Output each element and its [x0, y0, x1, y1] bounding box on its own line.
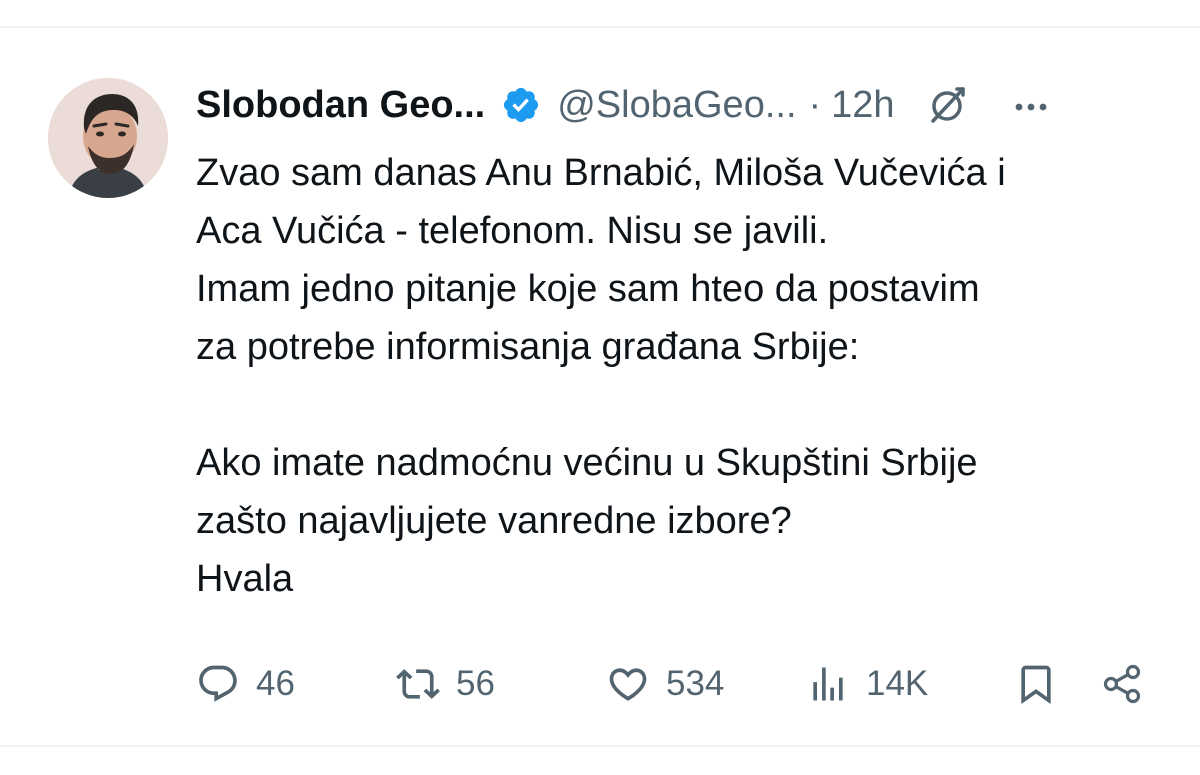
bookmark-icon — [1021, 665, 1051, 705]
views-count: 14K — [866, 664, 929, 703]
action-bar: 46 56 534 14K — [196, 658, 1156, 710]
tweet-text-line: Zvao sam danas Anu Brnabić, Miloša Vučev… — [196, 152, 1006, 194]
views-icon — [813, 667, 843, 701]
tweet-text-line: za potrebe informisanja građana Srbije: — [196, 326, 860, 368]
handle[interactable]: @SlobaGeo... — [557, 84, 796, 127]
more-icon[interactable] — [1009, 83, 1053, 127]
views-button[interactable]: 14K — [806, 658, 928, 710]
repost-count: 56 — [456, 664, 495, 703]
bottom-divider — [0, 745, 1200, 747]
tweet[interactable]: Slobodan Geo... @SlobaGeo... · 12h Zvao … — [0, 28, 1200, 745]
tweet-text: Zvao sam danas Anu Brnabić, Miloša Vučev… — [196, 144, 1156, 608]
bookmark-button[interactable] — [1014, 658, 1058, 710]
grok-icon[interactable] — [925, 83, 969, 127]
tweet-text-blank-line — [196, 376, 1156, 434]
tweet-text-line: Aca Vučića - telefonom. Nisu se javili. — [196, 210, 829, 252]
tweet-text-line: Ako imate nadmoćnu većinu u Skupštini Sr… — [196, 442, 978, 484]
tweet-text-line: zašto najavljujete vanredne izbore? — [196, 500, 792, 542]
like-count: 534 — [666, 664, 725, 703]
heart-icon — [609, 668, 647, 701]
share-button[interactable] — [1100, 658, 1144, 710]
tweet-header: Slobodan Geo... @SlobaGeo... · 12h — [196, 80, 1156, 130]
reply-button[interactable]: 46 — [196, 658, 295, 710]
repost-button[interactable]: 56 — [396, 658, 495, 710]
tweet-text-line: Imam jedno pitanje koje sam hteo da post… — [196, 268, 980, 310]
separator-dot: · — [808, 83, 822, 126]
display-name[interactable]: Slobodan Geo... — [196, 84, 485, 127]
timestamp[interactable]: 12h — [831, 84, 894, 127]
repost-icon — [396, 669, 440, 699]
like-button[interactable]: 534 — [606, 658, 724, 710]
tweet-text-line: Hvala — [196, 558, 294, 600]
verified-badge-icon[interactable] — [501, 85, 541, 125]
avatar[interactable] — [48, 78, 168, 198]
share-icon — [1103, 664, 1141, 704]
reply-count: 46 — [256, 664, 295, 703]
reply-icon — [199, 665, 237, 702]
